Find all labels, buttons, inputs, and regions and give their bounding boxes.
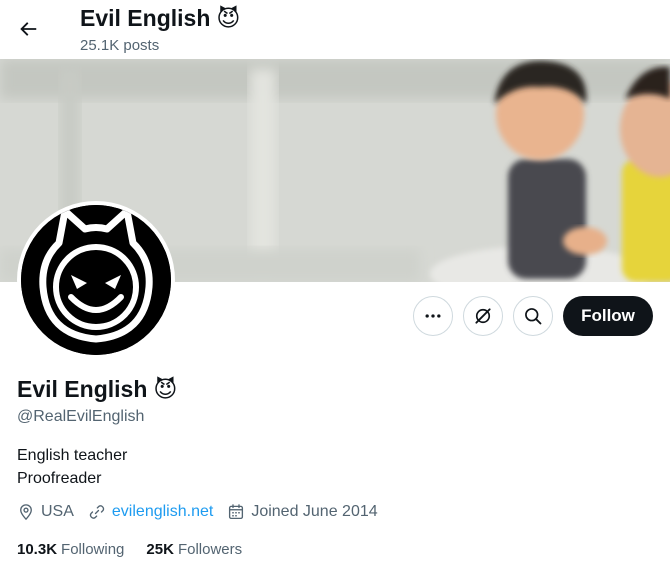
- more-icon: [425, 314, 441, 318]
- search-icon: [525, 308, 542, 325]
- devil-emoji-icon: 😈: [216, 5, 241, 31]
- profile-topbar: Evil English 😈 25.1K posts: [0, 0, 670, 58]
- joined-date: Joined June 2014: [251, 503, 378, 520]
- followers-label: Followers: [177, 541, 243, 558]
- profile-bio: English teacher Proofreader: [17, 444, 127, 490]
- calendar-icon: [229, 504, 244, 520]
- evil-smiley-logo-icon: [21, 205, 171, 355]
- location-icon: [20, 504, 32, 521]
- bio-line: English teacher: [17, 447, 128, 464]
- followers-link[interactable]: 25K Followers: [146, 541, 242, 558]
- follow-button[interactable]: Follow: [563, 296, 653, 336]
- display-name-text: Evil English: [17, 376, 148, 402]
- link-icon: [89, 505, 105, 519]
- followers-count: 25K: [146, 541, 174, 558]
- topbar-title: Evil English 😈: [80, 5, 240, 32]
- bio-line: Proofreader: [17, 470, 102, 487]
- post-count: 25.1K posts: [80, 37, 160, 54]
- avatar-image: [21, 205, 171, 355]
- location-item: USA: [17, 503, 74, 521]
- following-count: 10.3K: [17, 541, 58, 558]
- profile-avatar[interactable]: [17, 201, 175, 359]
- joined-item: Joined June 2014: [227, 503, 378, 521]
- more-options-button[interactable]: [413, 296, 453, 336]
- devil-emoji-icon: 😈: [153, 376, 178, 402]
- user-handle: @RealEvilEnglish: [17, 408, 145, 425]
- website-item: evilenglish.net: [88, 503, 213, 521]
- following-link[interactable]: 10.3K Following: [17, 541, 124, 558]
- profile-meta: USA evilenglish.net Joined June 2014: [17, 503, 392, 521]
- grok-icon: [475, 308, 491, 324]
- location-text: USA: [41, 503, 74, 520]
- profile-stats: 10.3K Following 25K Followers: [17, 541, 264, 558]
- topbar-name: Evil English: [80, 5, 211, 31]
- following-label: Following: [61, 541, 125, 558]
- arrow-left-icon: [20, 22, 37, 36]
- website-link[interactable]: evilenglish.net: [112, 503, 213, 521]
- back-button[interactable]: [8, 9, 48, 49]
- grok-button[interactable]: [463, 296, 503, 336]
- search-profile-button[interactable]: [513, 296, 553, 336]
- display-name: Evil English 😈: [17, 376, 177, 403]
